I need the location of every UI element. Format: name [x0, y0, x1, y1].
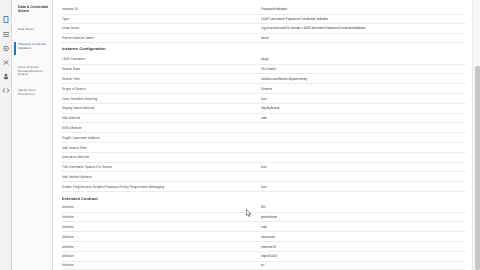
nav-item-active-directory-domains[interactable]: Active Directory Domains/Kerberos Realms [18, 65, 52, 77]
row-key: Username Attribute [62, 155, 90, 160]
row-key: PingID Username Attribute [62, 135, 100, 140]
row-value: org.sourceid.saml20.domain.LDAPUsernameP… [261, 26, 366, 31]
row-key: Mail Verified Attribute [62, 174, 92, 179]
row-key: Attribute [62, 224, 74, 229]
row-key: Mail Search Filter [62, 145, 87, 150]
config-row: Search Filter sAMAccountName=${username} [62, 75, 466, 85]
row-value: mail [261, 224, 267, 229]
code-icon[interactable] [2, 87, 10, 94]
row-value: LDAP Username Password Credential Valida… [261, 16, 329, 21]
config-row: Mail Attribute mail [62, 114, 466, 124]
row-key: SMS Attribute [62, 125, 82, 130]
row-key: Attribute [62, 254, 74, 259]
row-key: Instance ID [62, 7, 79, 12]
secondary-nav: Data & Credential Stores Data Stores Pas… [13, 0, 53, 270]
row-value: cn [261, 262, 265, 267]
row-value: mail [261, 116, 267, 121]
config-row: Mail Verified Attribute [62, 173, 466, 183]
row-value: DN [261, 205, 266, 210]
contract-row: Attribute DN [62, 203, 466, 213]
row-key: Search Base [62, 67, 81, 72]
row-key: Scope of Search [62, 86, 86, 91]
config-row: Search Base OU=Users [62, 65, 466, 75]
row-key: Display Name Attribute [62, 106, 95, 111]
row-key: Case-Sensitive Matching [62, 96, 98, 101]
scrollbar[interactable] [472, 0, 480, 270]
nav-section-title: Data & Credential Stores [18, 5, 48, 14]
icon-rail [0, 0, 12, 270]
row-key: Attribute [62, 244, 74, 249]
contract-row: Attribute username [62, 232, 466, 243]
row-key: Attribute [62, 205, 74, 210]
list-icon[interactable] [2, 31, 10, 38]
row-key: Attribute [62, 234, 74, 239]
section-title-instance-configuration: Instance Configuration [62, 46, 106, 51]
summary-row: Instance ID PasswordValidator [62, 5, 466, 15]
scrollbar-thumb[interactable] [474, 66, 480, 270]
row-key: Class Name [62, 26, 80, 31]
config-row: Enable PingDirectory Detailed Password P… [62, 182, 466, 193]
nav-active-indicator [14, 42, 16, 55]
summary-row: Class Name org.sourceid.saml20.domain.LDA… [62, 24, 466, 34]
config-row: PingID Username Attribute [62, 133, 466, 144]
row-key: Parent Instance Name [62, 35, 94, 40]
section-title-extended-contract: Extended Contract [62, 196, 98, 201]
contract-row: Attribute givenName [62, 213, 466, 223]
row-key: Trim Username Spaces For Search [62, 165, 113, 170]
row-key: Enable PingDirectory Detailed Password P… [62, 184, 165, 189]
contract-row: Attribute memberOf [62, 242, 466, 252]
config-row: Scope of Search Subtree [62, 84, 466, 95]
config-row: Trim Username Spaces For Search true [62, 163, 466, 173]
row-value: sAMAccountName=${username} [261, 76, 308, 81]
contract-row: Attribute cn [62, 260, 466, 270]
row-value: OU=Users [261, 67, 276, 72]
document-icon[interactable] [2, 16, 10, 23]
row-value: Subtree [261, 86, 273, 91]
row-value: None [261, 35, 269, 40]
row-value: pingo [261, 57, 269, 62]
config-row: Username Attribute [62, 153, 466, 163]
mouse-cursor-icon [246, 209, 252, 217]
row-key: Type [62, 16, 69, 21]
row-value: objectGUID [261, 254, 278, 259]
row-value: displayName [261, 106, 280, 111]
summary-row: Type LDAP Username Password Credential Va… [62, 15, 466, 25]
config-row: SMS Attribute [62, 124, 466, 134]
people-icon[interactable] [2, 73, 10, 80]
row-key: Attribute [62, 215, 74, 220]
contract-row: Attribute mail [62, 223, 466, 233]
row-value: memberOf [261, 244, 277, 249]
row-value: givenName [261, 215, 278, 220]
row-value: true [261, 184, 267, 189]
row-key: LDAP Datastore [62, 57, 85, 62]
config-row: Display Name Attribute displayName [62, 104, 466, 114]
row-key: Attribute [62, 262, 74, 267]
nav-item-identity-store-provisioners[interactable]: Identity Store Provisioners [18, 88, 52, 96]
row-value: username [261, 234, 276, 239]
config-row: LDAP Datastore pingo [62, 55, 466, 65]
row-value: true [261, 96, 267, 101]
config-row: Case-Sensitive Matching true [62, 94, 466, 104]
config-row: Mail Search Filter [62, 143, 466, 153]
summary-row: Parent Instance Name None [62, 34, 466, 44]
nav-item-password-credential-validators[interactable]: Password Credential Validators [18, 42, 52, 50]
row-value: PasswordValidator [261, 7, 288, 12]
gear-icon[interactable] [2, 45, 10, 52]
summary-panel: Instance ID PasswordValidator Type LDAP Us… [54, 0, 472, 270]
nav-item-data-stores[interactable]: Data Stores [18, 27, 52, 32]
link-icon[interactable] [2, 59, 10, 66]
row-key: Search Filter [62, 76, 81, 81]
row-value: true [261, 165, 267, 170]
row-key: Mail Attribute [62, 116, 81, 121]
